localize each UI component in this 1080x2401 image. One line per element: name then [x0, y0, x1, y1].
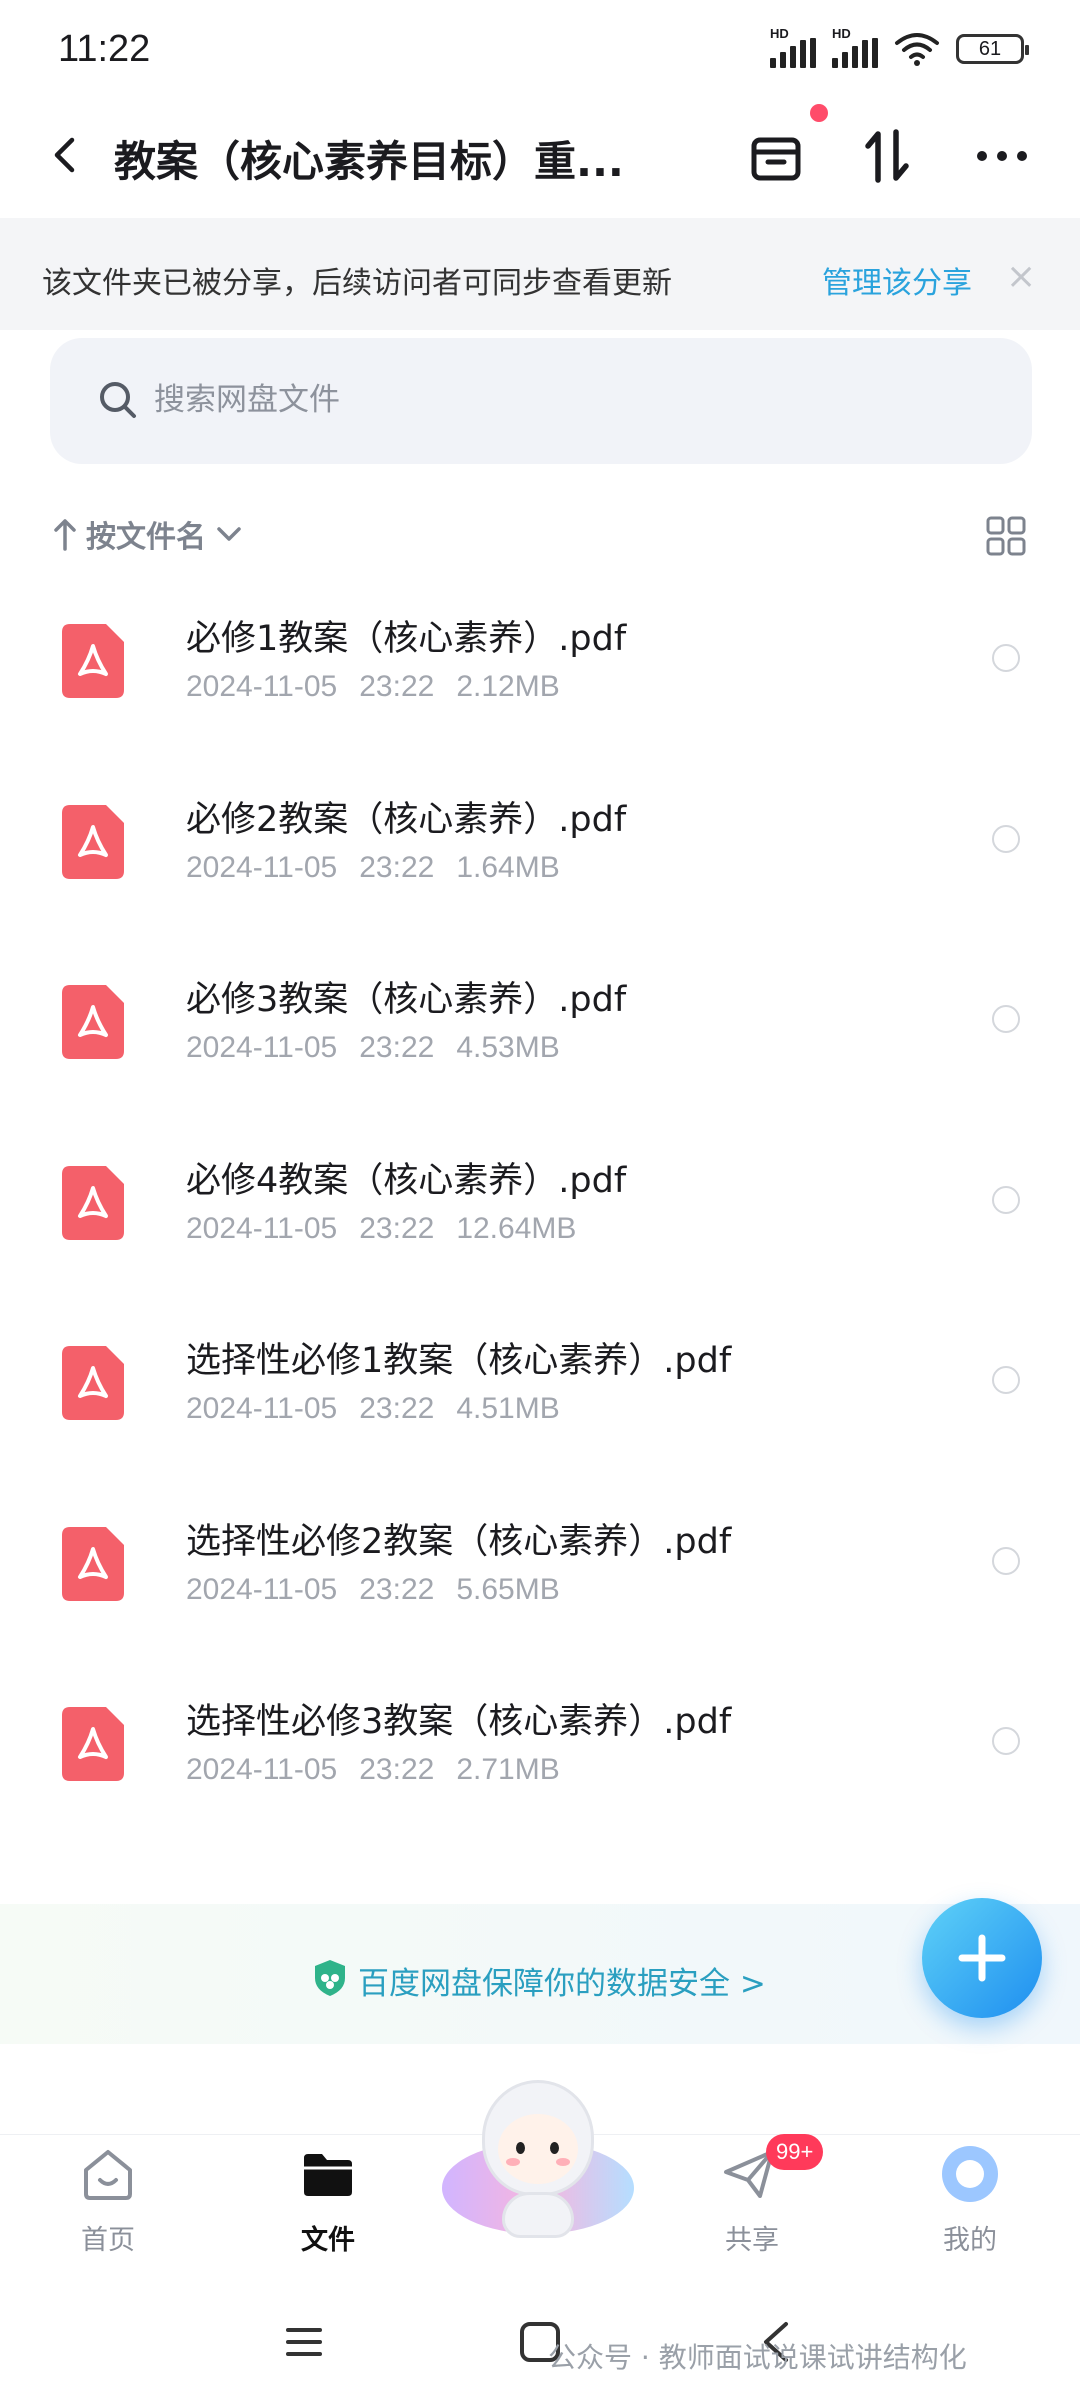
- pdf-file-icon: [62, 985, 124, 1059]
- file-row[interactable]: 选择性必修2教案（核心素养）.pdf 2024-11-05 23:22 5.65MB: [0, 1491, 1080, 1671]
- mascot-assistant[interactable]: [442, 2080, 634, 2250]
- file-name: 必修2教案（核心素养）.pdf: [186, 800, 627, 840]
- file-date: 2024-11-05: [186, 1031, 338, 1064]
- pdf-file-icon: [62, 1707, 124, 1781]
- signal-icon-2: HD: [832, 26, 878, 68]
- file-time: 23:22: [359, 1573, 435, 1606]
- sort-control[interactable]: 按文件名: [52, 512, 244, 556]
- file-time: 23:22: [359, 670, 435, 703]
- file-time: 23:22: [359, 1031, 435, 1064]
- file-meta: 2024-11-05 23:22 5.65MB: [186, 1573, 560, 1607]
- file-date: 2024-11-05: [186, 1392, 338, 1425]
- file-size: 4.53MB: [456, 1031, 560, 1064]
- home-icon[interactable]: [80, 2146, 136, 2202]
- file-meta: 2024-11-05 23:22 2.71MB: [186, 1753, 560, 1787]
- select-radio[interactable]: [992, 1366, 1020, 1394]
- arrow-up-icon: [54, 519, 76, 551]
- file-name: 选择性必修2教案（核心素养）.pdf: [186, 1522, 732, 1562]
- notification-dot: [810, 104, 828, 122]
- avatar[interactable]: [940, 2144, 1000, 2204]
- wifi-icon: [895, 33, 939, 66]
- pdf-file-icon: [62, 1166, 124, 1240]
- file-date: 2024-11-05: [186, 851, 338, 884]
- select-radio[interactable]: [992, 1727, 1020, 1755]
- pdf-file-icon: [62, 624, 124, 698]
- file-name: 必修3教案（核心素养）.pdf: [186, 980, 627, 1020]
- select-radio[interactable]: [992, 825, 1020, 853]
- select-radio[interactable]: [992, 1547, 1020, 1575]
- status-time: 11:22: [58, 28, 151, 70]
- file-meta: 2024-11-05 23:22 12.64MB: [186, 1212, 576, 1246]
- chevron-down-icon: [217, 527, 241, 541]
- nav-files[interactable]: 文件: [258, 2218, 398, 2257]
- share-banner-text: 该文件夹已被分享，后续访问者可同步查看更新: [42, 266, 672, 301]
- more-icon[interactable]: [972, 126, 1032, 186]
- file-time: 23:22: [359, 1212, 435, 1245]
- pdf-file-icon: [62, 805, 124, 879]
- file-name: 必修4教案（核心素养）.pdf: [186, 1161, 627, 1201]
- folder-icon[interactable]: [300, 2146, 356, 2202]
- file-time: 23:22: [359, 851, 435, 884]
- nav-home[interactable]: 首页: [38, 2218, 178, 2257]
- file-name: 必修1教案（核心素养）.pdf: [186, 619, 627, 659]
- pdf-file-icon: [62, 1527, 124, 1601]
- file-time: 23:22: [359, 1753, 435, 1786]
- file-meta: 2024-11-05 23:22 2.12MB: [186, 670, 560, 704]
- search-icon: [100, 382, 136, 418]
- nav-me[interactable]: 我的: [900, 2218, 1040, 2257]
- file-meta: 2024-11-05 23:22 4.53MB: [186, 1031, 560, 1065]
- file-meta: 2024-11-05 23:22 1.64MB: [186, 851, 560, 885]
- file-row[interactable]: 必修1教案（核心素养）.pdf 2024-11-05 23:22 2.12MB: [0, 588, 1080, 768]
- watermark: 公众号 · 教师面试说课试讲结构化: [548, 2341, 967, 2374]
- share-badge: 99+: [766, 2134, 824, 2170]
- file-size: 2.71MB: [456, 1753, 560, 1786]
- file-size: 1.64MB: [456, 851, 560, 884]
- add-button[interactable]: [922, 1898, 1042, 2018]
- status-bar: 11:22 HD HD 61: [0, 0, 1080, 100]
- sort-arrows-icon[interactable]: [858, 126, 918, 186]
- plus-icon: [958, 1934, 1006, 1982]
- hd-label-2: HD: [832, 26, 851, 41]
- page-title: 教案（核心素养目标）重...: [114, 137, 624, 186]
- file-date: 2024-11-05: [186, 1573, 338, 1606]
- sort-label: 按文件名: [86, 520, 206, 555]
- back-icon[interactable]: [40, 130, 90, 180]
- file-date: 2024-11-05: [186, 670, 338, 703]
- file-name: 选择性必修3教案（核心素养）.pdf: [186, 1702, 732, 1742]
- archive-icon[interactable]: [746, 126, 806, 186]
- select-radio[interactable]: [992, 644, 1020, 672]
- file-row[interactable]: 必修2教案（核心素养）.pdf 2024-11-05 23:22 1.64MB: [0, 769, 1080, 949]
- file-date: 2024-11-05: [186, 1212, 338, 1245]
- shield-icon: [315, 1960, 345, 1996]
- hd-label: HD: [770, 26, 789, 41]
- file-row[interactable]: 选择性必修3教案（核心素养）.pdf 2024-11-05 23:22 2.71MB: [0, 1671, 1080, 1851]
- nav-share[interactable]: 共享: [682, 2218, 822, 2257]
- close-icon[interactable]: ×: [1006, 256, 1036, 297]
- battery-icon: 61: [956, 34, 1029, 64]
- file-name: 选择性必修1教案（核心素养）.pdf: [186, 1341, 732, 1381]
- file-size: 12.64MB: [456, 1212, 577, 1245]
- file-date: 2024-11-05: [186, 1753, 338, 1786]
- grid-view-icon[interactable]: [986, 516, 1026, 556]
- menu-icon[interactable]: [284, 2322, 324, 2362]
- file-time: 23:22: [359, 1392, 435, 1425]
- signal-icon: HD: [770, 26, 816, 68]
- safety-text[interactable]: 百度网盘保障你的数据安全 >: [358, 1958, 766, 2003]
- select-radio[interactable]: [992, 1186, 1020, 1214]
- select-radio[interactable]: [992, 1005, 1020, 1033]
- file-size: 5.65MB: [456, 1573, 560, 1606]
- search-input[interactable]: [154, 378, 854, 422]
- file-meta: 2024-11-05 23:22 4.51MB: [186, 1392, 560, 1426]
- file-row[interactable]: 选择性必修1教案（核心素养）.pdf 2024-11-05 23:22 4.51MB: [0, 1310, 1080, 1490]
- status-icons: HD HD 61: [770, 26, 1029, 68]
- file-size: 2.12MB: [456, 670, 560, 703]
- file-row[interactable]: 必修4教案（核心素养）.pdf 2024-11-05 23:22 12.64MB: [0, 1130, 1080, 1310]
- pdf-file-icon: [62, 1346, 124, 1420]
- file-size: 4.51MB: [456, 1392, 560, 1425]
- file-row[interactable]: 必修3教案（核心素养）.pdf 2024-11-05 23:22 4.53MB: [0, 949, 1080, 1129]
- manage-share-link[interactable]: 管理该分享: [822, 258, 972, 302]
